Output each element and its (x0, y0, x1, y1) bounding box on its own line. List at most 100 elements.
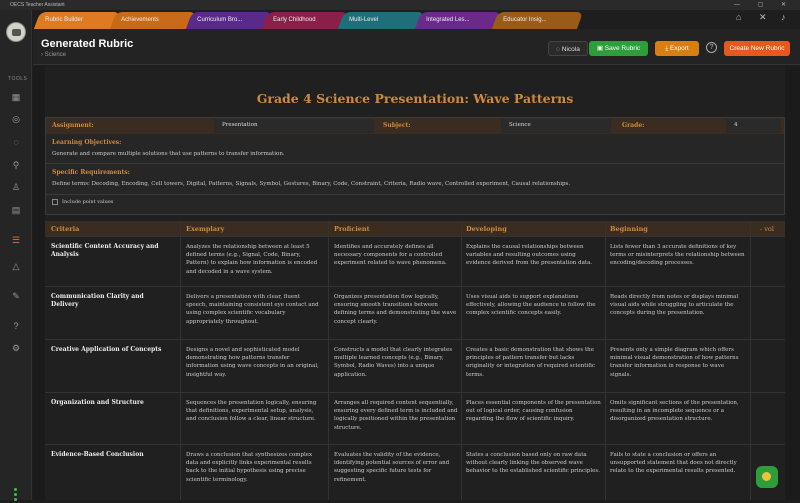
tab-achievements[interactable]: Achievements (109, 12, 197, 29)
tab-label: Rubric Builder (45, 17, 83, 23)
tab-multi-level[interactable]: Multi-Level (337, 12, 425, 29)
table-row: Scientific Content Accuracy and Analysis… (45, 236, 785, 286)
include-points-checkbox[interactable] (52, 199, 58, 205)
save-label: Save Rubric (604, 45, 641, 52)
tab-label: Early Childhood (273, 17, 316, 23)
proficient-cell: Evaluates the validity of the evidence, … (334, 452, 450, 483)
tab-integrated-lessons[interactable]: Integrated Les... (414, 12, 502, 29)
tab-label: Educator Insig... (503, 17, 547, 23)
create-new-rubric-button[interactable]: Create New Rubric (724, 41, 790, 56)
flask-icon[interactable]: △ (10, 260, 22, 272)
home-icon[interactable]: ⌂ (736, 12, 741, 22)
close-tab-icon[interactable]: ✕ (759, 12, 767, 23)
user-button[interactable]: ◌ Nicola (548, 41, 588, 56)
grid-icon[interactable]: ▦ (10, 91, 22, 103)
info-icon[interactable]: ? (706, 42, 717, 53)
pencil-icon[interactable]: ✎ (10, 290, 22, 302)
table-row: Communication Clarity and Delivery Deliv… (45, 286, 785, 339)
column-divider (605, 221, 606, 500)
header-proficient: Proficient (334, 225, 370, 233)
table-row: Organization and Structure Sequences the… (45, 392, 785, 444)
book-icon[interactable]: ▤ (10, 204, 22, 216)
proficient-cell: Organizes presentation flow logically, e… (334, 294, 457, 325)
table-row: Creative Application of Concepts Designs… (45, 339, 785, 392)
column-divider (750, 221, 751, 500)
export-label: Export (669, 45, 689, 52)
header-extra: - vol (760, 225, 774, 233)
criteria-cell: Evidence-Based Conclusion (51, 451, 144, 458)
notification-bell-icon[interactable]: ♪ (781, 12, 786, 22)
app-logo[interactable] (6, 22, 26, 42)
header-exemplary: Exemplary (186, 225, 225, 233)
assistant-fab-button[interactable] (756, 466, 778, 488)
learning-objectives-text: Generate and compare multiple solutions … (52, 151, 285, 157)
help-icon[interactable]: ? (10, 320, 22, 332)
settings-icon[interactable]: ⚙ (10, 342, 22, 354)
assignment-value: Presentation (214, 119, 374, 133)
breadcrumb[interactable]: › Science (41, 52, 66, 58)
subject-label: Subject: (383, 122, 411, 129)
tab-early-childhood[interactable]: Early Childhood (261, 12, 349, 29)
beginning-cell: Lists fewer than 3 accurate definitions … (610, 244, 745, 267)
assignment-label: Assignment: (52, 122, 94, 129)
status-dots (14, 488, 18, 503)
criteria-cell: Creative Application of Concepts (51, 346, 162, 353)
proficient-cell: Constructs a model that clearly integrat… (334, 347, 453, 378)
header-beginning: Beginning (610, 225, 648, 233)
lightbulb-icon[interactable]: ◎ (10, 113, 22, 125)
criteria-cell: Organization and Structure (51, 399, 144, 406)
save-rubric-button[interactable]: ▣ Save Rubric (589, 41, 648, 56)
app-title: OECS Teacher Assistant (10, 2, 65, 8)
column-divider (328, 221, 329, 500)
assignment-info-row: Assignment: Presentation Subject: Scienc… (46, 118, 784, 134)
page-header: Generated Rubric › Science ◌ Nicola ▣ Sa… (33, 29, 800, 65)
grade-value: 4 (726, 119, 781, 133)
criteria-cell: Communication Clarity and Delivery (51, 293, 144, 309)
exemplary-cell: Analyzes the relationship between at lea… (186, 244, 318, 275)
rubric-title: Grade 4 Science Presentation: Wave Patte… (256, 91, 574, 106)
developing-cell: Explains the causal relationships betwee… (466, 244, 593, 267)
user-icon[interactable]: ♙ (10, 181, 22, 193)
rubric-document: Grade 4 Science Presentation: Wave Patte… (45, 66, 785, 500)
tab-bar: Rubric Builder Achievements Curriculum B… (33, 10, 723, 29)
subject-value: Science (501, 119, 611, 133)
beginning-cell: Omits significant sections of the presen… (610, 400, 739, 423)
criteria-cell: Scientific Content Accuracy and Analysis (51, 243, 159, 259)
divider (46, 163, 784, 164)
content-area: Grade 4 Science Presentation: Wave Patte… (33, 66, 800, 500)
tab-rubric-builder[interactable]: Rubric Builder (33, 12, 121, 29)
chat-icon[interactable]: ◌ (10, 136, 22, 148)
search-icon[interactable]: ⚲ (10, 159, 22, 171)
tab-label: Multi-Level (349, 17, 379, 23)
proficient-cell: Identifies and accurately defines all ne… (334, 244, 447, 267)
beginning-cell: Reads directly from notes or displays mi… (610, 294, 739, 317)
sidebar: TOOLS ▦ ◎ ◌ ⚲ ♙ ▤ ☰ △ ✎ ? ⚙ (0, 10, 32, 503)
page-title: Generated Rubric (41, 38, 134, 50)
developing-cell: Uses visual aids to support explanations… (466, 294, 596, 317)
tab-educator-insights[interactable]: Educator Insig... (491, 12, 584, 29)
beginning-cell: Presents only a simple diagram which off… (610, 347, 739, 378)
tools-label: TOOLS (8, 76, 28, 82)
header-developing: Developing (466, 225, 507, 233)
column-divider (461, 221, 462, 500)
export-button[interactable]: ⤓ Export (655, 41, 699, 56)
window-controls[interactable]: — ▢ ✕ (734, 1, 794, 8)
exemplary-cell: Sequences the presentation logically, en… (186, 400, 317, 423)
user-label: Nicola (561, 46, 580, 53)
learning-objectives-label: Learning Objectives: (52, 139, 122, 146)
developing-cell: Places essential components of the prese… (466, 400, 601, 423)
specific-requirements-text: Define terms: Decoding, Encoding, Cell t… (52, 181, 571, 187)
rubric-header-row: Criteria Exemplary Proficient Developing… (45, 221, 785, 236)
column-divider (180, 221, 181, 500)
exemplary-cell: Delivers a presentation with clear, flue… (186, 294, 319, 325)
tab-label: Curriculum Bro... (197, 17, 243, 23)
header-criteria: Criteria (51, 225, 80, 233)
tab-label: Integrated Les... (426, 17, 470, 23)
tab-curriculum-browser[interactable]: Curriculum Bro... (185, 12, 273, 29)
rubric-list-icon[interactable]: ☰ (10, 234, 22, 246)
developing-cell: States a conclusion based only on raw da… (466, 452, 600, 475)
beginning-cell: Fails to state a conclusion or offers an… (610, 452, 737, 475)
window-titlebar: OECS Teacher Assistant — ▢ ✕ (0, 0, 800, 10)
assignment-info: Assignment: Presentation Subject: Scienc… (45, 117, 785, 215)
tab-label: Achievements (121, 17, 159, 23)
